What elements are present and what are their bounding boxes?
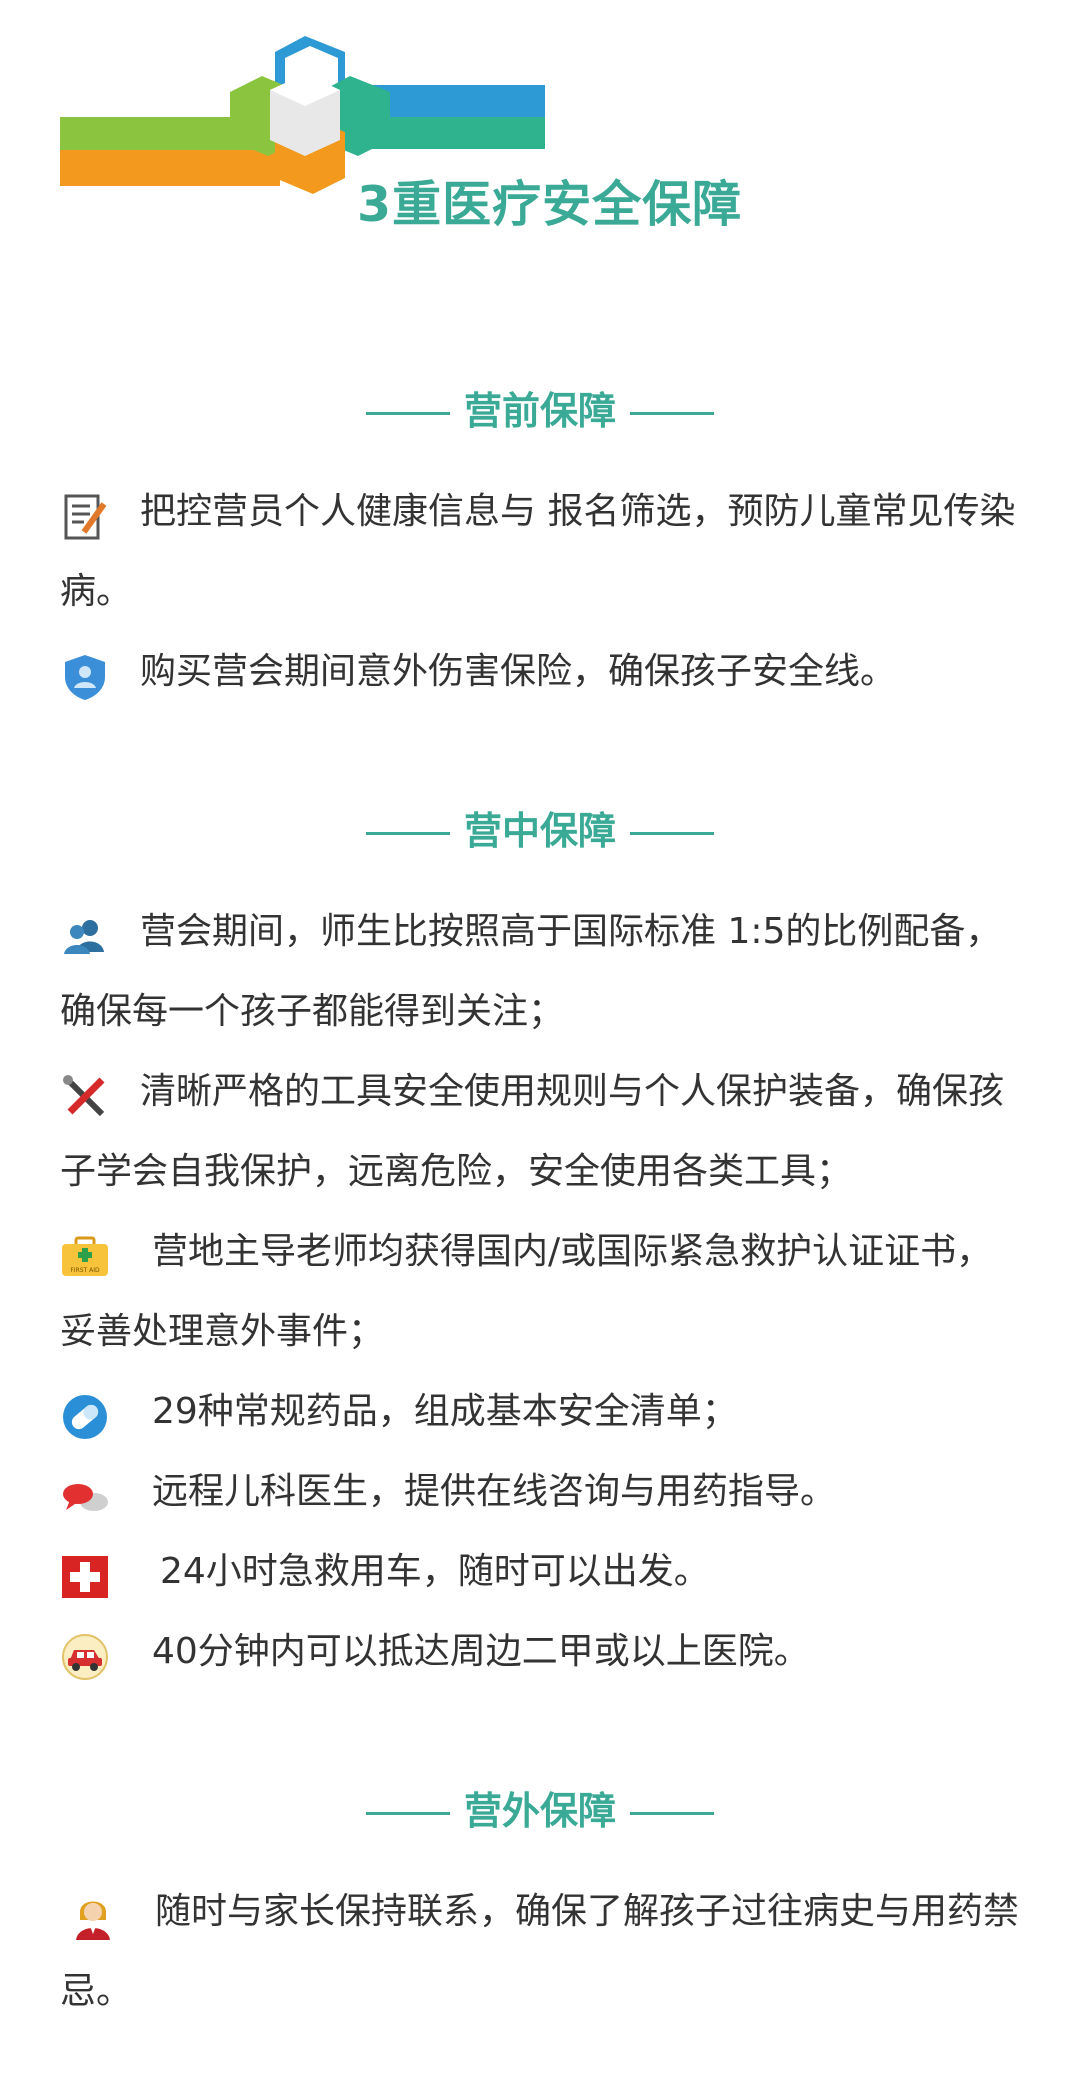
list-item: 把控营员个人健康信息与 报名筛选，预防儿童常见传染病。 — [60, 472, 1020, 632]
item-text: 营地主导老师均获得国内/或国际紧急救护认证证书，妥善处理意外事件； — [60, 1231, 993, 1352]
pill-icon — [63, 1395, 107, 1439]
item-text: 营会期间，师生比按照高于国际标准 1:5的比例配备，确保每一个孩子都能得到关注； — [60, 911, 1002, 1032]
section-heading-in-camp: 营中保障 — [0, 800, 1080, 855]
item-text: 远程儿科医生，提供在线咨询与用药指导。 — [152, 1471, 837, 1512]
red-cross-icon — [62, 1556, 108, 1598]
header-banner: 3重医疗安全保障 — [0, 0, 1080, 260]
item-text: 购买营会期间意外伤害保险，确保孩子安全线。 — [140, 651, 897, 692]
list-item: 营会期间，师生比按照高于国际标准 1:5的比例配备，确保每一个孩子都能得到关注； — [60, 892, 1020, 1052]
section-heading-label: 营前保障 — [463, 389, 616, 433]
item-text: 29种常规药品，组成基本安全清单； — [152, 1391, 738, 1432]
item-text: 把控营员个人健康信息与 报名筛选，预防儿童常见传染病。 — [60, 491, 1016, 612]
item-text: 24小时急救用车，随时可以出发。 — [160, 1551, 710, 1592]
heading-line-right — [630, 832, 714, 835]
section-heading-label: 营外保障 — [463, 1789, 616, 1833]
memo-pencil-icon — [64, 494, 107, 540]
contact-person-icon — [76, 1901, 110, 1940]
list-item: 29种常规药品，组成基本安全清单； — [60, 1372, 1020, 1452]
first-aid-kit-icon: FIRST AID — [62, 1236, 108, 1276]
car-icon — [62, 1634, 108, 1680]
tools-icon — [63, 1075, 105, 1117]
list-item: FIRST AID 营地主导老师均获得国内/或国际紧急救护认证证书，妥善处理意外… — [60, 1212, 1020, 1372]
page-title: 3重医疗安全保障 — [357, 176, 743, 233]
heading-line-right — [630, 1812, 714, 1815]
list-item: 清晰严格的工具安全使用规则与个人保护装备，确保孩子学会自我保护，远离危险，安全使… — [60, 1052, 1020, 1212]
list-item: 随时与家长保持联系，确保了解孩子过往病史与用药禁忌。 — [60, 1872, 1020, 2032]
heading-line-left — [365, 412, 450, 415]
people-icon — [64, 920, 104, 954]
list-item: 远程儿科医生，提供在线咨询与用药指导。 — [60, 1452, 1020, 1532]
list-item: 24小时急救用车，随时可以出发。 — [60, 1532, 1020, 1612]
item-text: 随时与家长保持联系，确保了解孩子过往病史与用药禁忌。 — [60, 1891, 1020, 2012]
chat-bubbles-icon — [63, 1484, 108, 1511]
section-heading-pre-camp: 营前保障 — [0, 380, 1080, 435]
section-heading-label: 营中保障 — [463, 809, 616, 853]
heading-line-right — [630, 412, 714, 415]
heading-line-left — [365, 832, 450, 835]
kit-label: FIRST AID — [70, 1267, 100, 1274]
shield-person-icon — [65, 655, 105, 700]
section-heading-outside-camp: 营外保障 — [0, 1780, 1080, 1835]
heading-line-left — [365, 1812, 450, 1815]
item-text: 清晰严格的工具安全使用规则与个人保护装备，确保孩子学会自我保护，远离危险，安全使… — [60, 1071, 1005, 1192]
list-item: 购买营会期间意外伤害保险，确保孩子安全线。 — [60, 632, 1020, 712]
item-text: 40分钟内可以抵达周边二甲或以上医院。 — [152, 1631, 810, 1672]
list-item: 40分钟内可以抵达周边二甲或以上医院。 — [60, 1612, 1020, 1692]
